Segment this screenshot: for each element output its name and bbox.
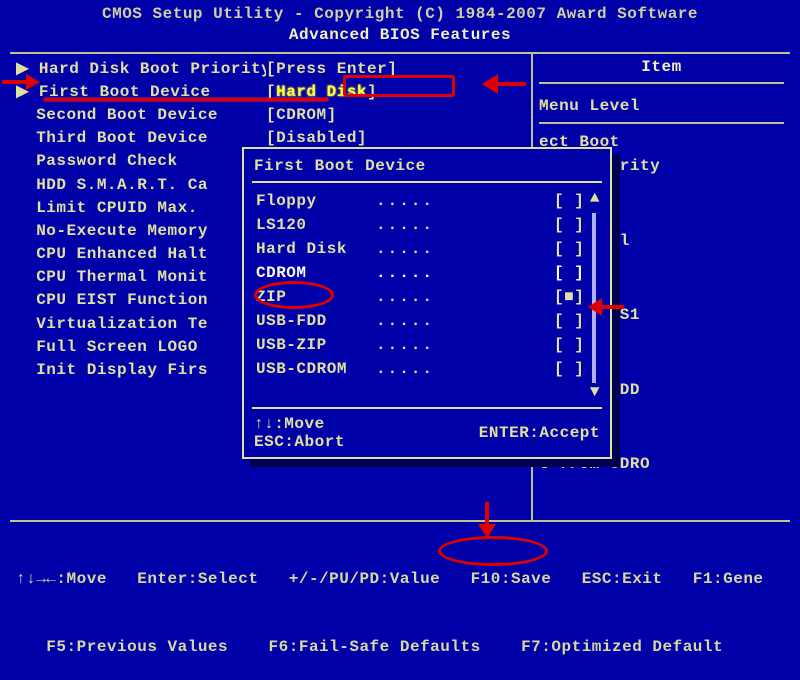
popup-title: First Boot Device bbox=[252, 151, 602, 183]
option-label: USB-CDROM bbox=[256, 357, 376, 381]
hint-accept: ENTER:Accept bbox=[479, 424, 600, 442]
option-label: CDROM bbox=[256, 261, 376, 285]
menu-value: [Press Enter] bbox=[266, 58, 525, 81]
option-label: USB-FDD bbox=[256, 309, 376, 333]
menu-row-1[interactable]: ▶ First Boot Device[Hard Disk] bbox=[16, 81, 525, 104]
menu-label: No-Execute Memory bbox=[16, 220, 266, 243]
hint-abort: ESC:Abort bbox=[254, 433, 345, 451]
option-dots: ..... bbox=[376, 357, 554, 381]
header-section: Advanced BIOS Features bbox=[0, 25, 800, 46]
popup-option-hard disk[interactable]: Hard Disk.....[ ] bbox=[256, 237, 598, 261]
menu-value: [Hard Disk] bbox=[266, 81, 525, 104]
option-label: ZIP bbox=[256, 285, 376, 309]
scroll-up-icon[interactable]: ▲ bbox=[590, 189, 600, 207]
menu-label: Second Boot Device bbox=[16, 104, 266, 127]
hint-move: ↑↓:Move bbox=[254, 415, 345, 433]
menu-level-label: Menu Level bbox=[539, 90, 784, 124]
popup-option-cdrom[interactable]: CDROM.....[ ] bbox=[256, 261, 598, 285]
menu-label: CPU Enhanced Halt bbox=[16, 243, 266, 266]
option-dots: ..... bbox=[376, 309, 554, 333]
menu-label: HDD S.M.A.R.T. Ca bbox=[16, 174, 266, 197]
popup-footer-left: ↑↓:Move ESC:Abort bbox=[254, 415, 345, 451]
scrollbar-track[interactable] bbox=[592, 213, 596, 383]
menu-label: CPU EIST Function bbox=[16, 289, 266, 312]
option-label: Floppy bbox=[256, 189, 376, 213]
menu-label: Password Check bbox=[16, 150, 266, 173]
bios-header: CMOS Setup Utility - Copyright (C) 1984-… bbox=[0, 0, 800, 48]
popup-option-floppy[interactable]: Floppy.....[ ] bbox=[256, 189, 598, 213]
option-dots: ..... bbox=[376, 213, 554, 237]
option-dots: ..... bbox=[376, 189, 554, 213]
key-hints-line1: ↑↓→←:Move Enter:Select +/-/PU/PD:Value F… bbox=[16, 568, 784, 590]
menu-label: Third Boot Device bbox=[16, 127, 266, 150]
popup-footer: ↑↓:Move ESC:Abort ENTER:Accept bbox=[252, 407, 602, 453]
scroll-down-icon[interactable]: ▼ bbox=[590, 383, 600, 401]
menu-label: ▶ Hard Disk Boot Priority bbox=[16, 58, 266, 81]
menu-label: Init Display Firs bbox=[16, 359, 266, 382]
popup-option-usb-cdrom[interactable]: USB-CDROM.....[ ] bbox=[256, 357, 598, 381]
key-hints: ↑↓→←:Move Enter:Select +/-/PU/PD:Value F… bbox=[0, 522, 800, 680]
option-label: USB-ZIP bbox=[256, 333, 376, 357]
header-copyright: CMOS Setup Utility - Copyright (C) 1984-… bbox=[0, 4, 800, 25]
menu-label: ▶ First Boot Device bbox=[16, 81, 266, 104]
menu-label: Limit CPUID Max. bbox=[16, 197, 266, 220]
option-dots: ..... bbox=[376, 333, 554, 357]
option-dots: ..... bbox=[376, 285, 554, 309]
option-label: LS120 bbox=[256, 213, 376, 237]
option-dots: ..... bbox=[376, 237, 554, 261]
popup-option-usb-fdd[interactable]: USB-FDD.....[ ] bbox=[256, 309, 598, 333]
option-label: Hard Disk bbox=[256, 237, 376, 261]
option-dots: ..... bbox=[376, 261, 554, 285]
popup-option-zip[interactable]: ZIP.....[■] bbox=[256, 285, 598, 309]
key-hints-line2: F5:Previous Values F6:Fail-Safe Defaults… bbox=[16, 636, 784, 658]
popup-option-ls120[interactable]: LS120.....[ ] bbox=[256, 213, 598, 237]
menu-label: Virtualization Te bbox=[16, 313, 266, 336]
popup-option-usb-zip[interactable]: USB-ZIP.....[ ] bbox=[256, 333, 598, 357]
menu-label: Full Screen LOGO bbox=[16, 336, 266, 359]
menu-value: [CDROM] bbox=[266, 104, 525, 127]
menu-row-2[interactable]: Second Boot Device[CDROM] bbox=[16, 104, 525, 127]
help-title: Item bbox=[539, 58, 784, 84]
menu-label: CPU Thermal Monit bbox=[16, 266, 266, 289]
menu-row-0[interactable]: ▶ Hard Disk Boot Priority[Press Enter] bbox=[16, 58, 525, 81]
boot-device-popup: First Boot Device ▲ ▼ Floppy.....[ ]LS12… bbox=[242, 147, 612, 459]
popup-option-list[interactable]: ▲ ▼ Floppy.....[ ]LS120.....[ ]Hard Disk… bbox=[252, 183, 602, 407]
